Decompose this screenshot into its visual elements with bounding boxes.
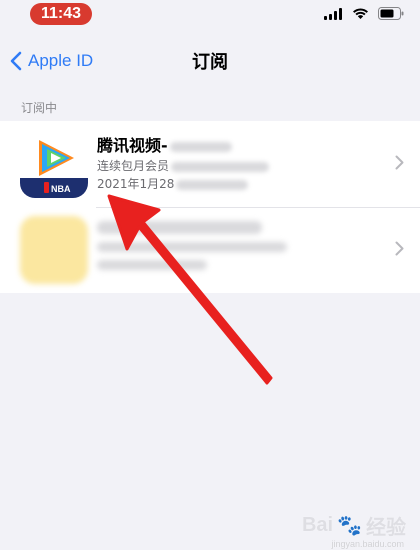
section-header-active: 订阅中 [21, 101, 58, 115]
subscription-plan: 连续包月会员 [97, 157, 380, 175]
status-bar: 11:43 [0, 0, 420, 36]
battery-icon [378, 7, 404, 20]
subscription-row-blurred[interactable] [0, 207, 420, 293]
redacted-text [97, 242, 287, 252]
paw-icon: 🐾 [337, 515, 362, 537]
redacted-text [176, 179, 249, 190]
tencent-video-nba-icon: NBA [20, 130, 88, 198]
redacted-text [171, 161, 270, 172]
chevron-right-icon [395, 155, 404, 170]
redacted-text [169, 141, 232, 152]
svg-text:NBA: NBA [51, 184, 71, 194]
redacted-text [97, 260, 207, 270]
status-icons [324, 7, 404, 20]
subscription-row-tencent-video[interactable]: NBA 腾讯视频- 连续包月会员 2021年1月28 [0, 121, 420, 207]
subscriptions-list: NBA 腾讯视频- 连续包月会员 2021年1月28 [0, 121, 420, 293]
subscription-title: 腾讯视频- [97, 135, 380, 157]
subscription-title-text: 腾讯视频- [97, 136, 168, 155]
navigation-bar: Apple ID 订阅 [0, 38, 420, 84]
watermark-text: Bai [301, 514, 334, 536]
page-title: 订阅 [192, 52, 228, 73]
wifi-icon [353, 8, 368, 19]
subscription-date-text: 2021年1月28 [97, 177, 175, 191]
subscription-info: 腾讯视频- 连续包月会员 2021年1月28 [97, 135, 380, 193]
subscription-date: 2021年1月28 [97, 175, 380, 193]
watermark-url: jingyan.baidu.com [331, 539, 404, 549]
subscription-info-blurred [97, 221, 380, 278]
watermark-text-2: 经验 [366, 517, 406, 539]
redacted-text [97, 221, 262, 234]
cellular-signal-icon [324, 7, 342, 20]
blurred-app-icon [20, 216, 88, 284]
chevron-right-icon [395, 241, 404, 256]
baidu-jingyan-watermark: Bai 🐾 经验 jingyan.baidu.com [301, 511, 406, 549]
subscription-plan-text: 连续包月会员 [97, 159, 170, 173]
status-time: 11:43 [30, 3, 92, 25]
